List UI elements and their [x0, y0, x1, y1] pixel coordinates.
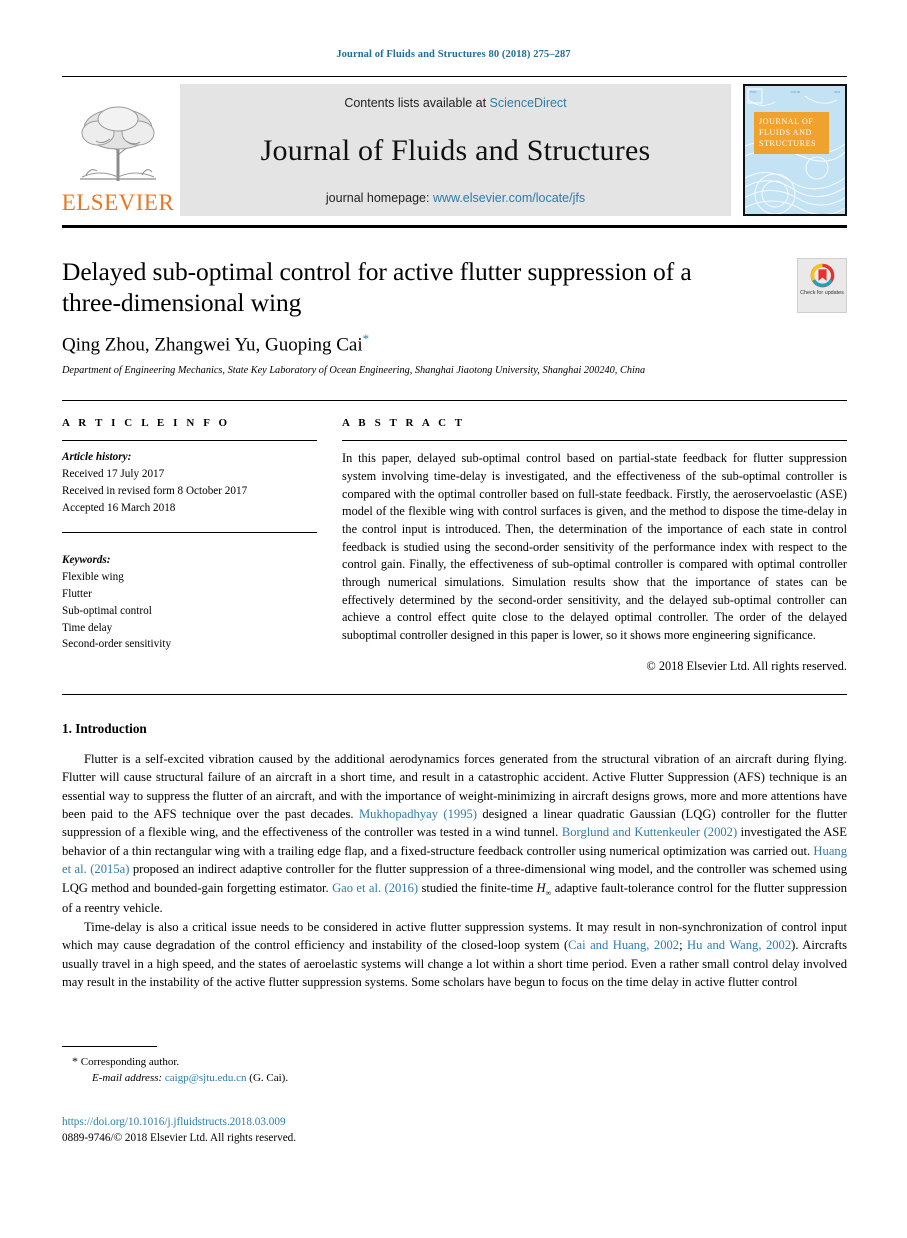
corresponding-author-text: Corresponding author.	[80, 1056, 180, 1068]
email-label: E-mail address:	[92, 1071, 163, 1084]
contents-box: Contents lists available at ScienceDirec…	[180, 84, 731, 216]
math-h-infinity: H	[536, 880, 546, 895]
paper-first-page: Journal of Fluids and Structures 80 (201…	[0, 0, 907, 1238]
info-top-rule	[62, 400, 847, 402]
contents-available-line: Contents lists available at ScienceDirec…	[344, 96, 566, 110]
keyword-item: Time delay	[62, 621, 113, 634]
para2-separator: ;	[679, 938, 688, 953]
paragraph-2: Time-delay is also a critical issue need…	[62, 918, 847, 992]
email-suffix: (G. Cai).	[246, 1071, 289, 1084]
running-head: Journal of Fluids and Structures 80 (201…	[336, 49, 571, 60]
keyword-item: Flutter	[62, 587, 92, 600]
crossmark-badge[interactable]: Check for updates	[797, 258, 847, 313]
author-names: Qing Zhou, Zhangwei Yu, Guoping Cai	[62, 334, 363, 356]
abstract-column: A B S T R A C T In this paper, delayed s…	[342, 417, 847, 674]
revised-date: Received in revised form 8 October 2017	[62, 484, 248, 497]
cover-title: JOURNAL OF FLUIDS AND STRUCTURES	[754, 112, 829, 155]
body-top-rule	[62, 693, 847, 695]
para1-text-e: studied the finite-time	[418, 880, 537, 895]
keywords-group: Keywords: Flexible wing Flutter Sub-opti…	[62, 532, 317, 653]
abstract-heading: A B S T R A C T	[342, 417, 466, 430]
article-history-label: Article history:	[62, 451, 132, 464]
citation-mukhopadhyay[interactable]: Mukhopadhyay	[359, 807, 438, 821]
homepage-prefix: journal homepage:	[325, 191, 433, 205]
crossmark-label: Check for updates	[800, 290, 844, 296]
article-info-heading: A R T I C L E I N F O	[62, 417, 231, 430]
masthead: ELSEVIER Contents lists available at Sci…	[62, 84, 847, 216]
masthead-region: ELSEVIER Contents lists available at Sci…	[62, 76, 847, 228]
article-history: Article history: Received 17 July 2017 R…	[62, 449, 317, 516]
footnote-rule	[62, 1046, 157, 1047]
citation-gao[interactable]: Gao et al.	[332, 881, 381, 895]
keyword-item: Sub-optimal control	[62, 604, 152, 617]
email-line: E-mail address: caigp@sjtu.edu.cn (G. Ca…	[72, 1071, 482, 1087]
citation-borglund[interactable]: Borglund and Kuttenkeuler	[562, 825, 700, 839]
article-info-column: A R T I C L E I N F O Article history: R…	[62, 417, 317, 674]
masthead-bottom-rule	[62, 225, 847, 228]
masthead-top-rule	[62, 76, 847, 77]
keyword-item: Second-order sensitivity	[62, 638, 172, 651]
corresponding-author-note: * Corresponding author. E-mail address: …	[62, 1053, 482, 1087]
citation-hu-wang[interactable]: Hu and Wang, 2002	[687, 938, 791, 952]
body-region: 1. Introduction Flutter is a self-excite…	[62, 721, 847, 992]
citation-cai-huang[interactable]: Cai and Huang, 2002	[568, 938, 679, 952]
sciencedirect-link[interactable]: ScienceDirect	[490, 96, 567, 110]
title-block: Delayed sub-optimal control for active f…	[62, 256, 847, 378]
corresponding-author-marker: *	[362, 331, 370, 347]
journal-homepage-line: journal homepage: www.elsevier.com/locat…	[326, 191, 585, 205]
cover-header-text: ISSN VOL 80 2018	[750, 90, 840, 94]
author-list: Qing Zhou, Zhangwei Yu, Guoping Cai*	[62, 331, 847, 356]
footnote-block: * Corresponding author. E-mail address: …	[62, 1046, 482, 1087]
crossmark-icon	[810, 263, 834, 288]
journal-cover-thumbnail: ISSN VOL 80 2018 JOURNAL OF FLUIDS AND STR…	[743, 84, 847, 216]
elsevier-wordmark: ELSEVIER	[61, 190, 175, 215]
contents-prefix: Contents lists available at	[344, 96, 490, 110]
issn-copyright: 0889-9746/© 2018 Elsevier Ltd. All right…	[62, 1132, 297, 1144]
abstract-copyright: © 2018 Elsevier Ltd. All rights reserved…	[646, 658, 847, 673]
accepted-date: Accepted 16 March 2018	[62, 501, 176, 514]
section-heading-introduction: 1. Introduction	[62, 720, 147, 736]
email-link[interactable]: caigp@sjtu.edu.cn	[165, 1072, 247, 1084]
citation-borglund-year[interactable]: (2002)	[704, 825, 738, 839]
abstract-rule	[342, 440, 847, 442]
article-info-rule	[62, 440, 317, 442]
citation-mukhopadhyay-year[interactable]: (1995)	[443, 807, 477, 821]
citation-huang-year[interactable]: (2015a)	[90, 862, 129, 876]
affiliation: Department of Engineering Mechanics, Sta…	[62, 364, 646, 376]
abstract-text: In this paper, delayed sub-optimal contr…	[342, 451, 847, 643]
footnote-star: *	[72, 1054, 78, 1068]
citation-gao-year[interactable]: (2016)	[385, 881, 419, 895]
elsevier-tree-icon	[80, 106, 156, 181]
keywords-list: Keywords: Flexible wing Flutter Sub-opti…	[62, 552, 317, 653]
page-title: Delayed sub-optimal control for active f…	[62, 257, 692, 318]
keyword-item: Flexible wing	[62, 571, 124, 584]
info-abstract-columns: A R T I C L E I N F O Article history: R…	[62, 417, 847, 674]
elsevier-logo: ELSEVIER	[62, 84, 174, 216]
doi-block: https://doi.org/10.1016/j.jfluidstructs.…	[62, 1112, 296, 1144]
doi-link[interactable]: https://doi.org/10.1016/j.jfluidstructs.…	[62, 1116, 286, 1128]
journal-homepage-link[interactable]: www.elsevier.com/locate/jfs	[433, 191, 585, 205]
paragraph-1: Flutter is a self-excited vibration caus…	[62, 750, 847, 917]
journal-title: Journal of Fluids and Structures	[260, 133, 651, 167]
received-date: Received 17 July 2017	[62, 467, 165, 480]
keywords-label: Keywords:	[62, 554, 111, 567]
